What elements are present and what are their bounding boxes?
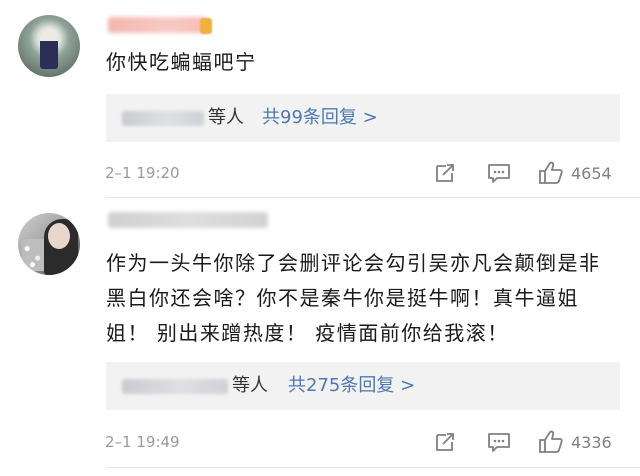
comment-text: 作为一头牛你除了会删评论会勾引吴亦凡会颠倒是非黑白你还会啥？你不是秦牛你是挺牛啊… bbox=[106, 251, 601, 345]
view-replies-link[interactable]: 共275条回复 > bbox=[288, 374, 415, 398]
user-avatar[interactable] bbox=[18, 15, 80, 77]
reply-summary-box[interactable]: 等人 共99条回复 > bbox=[106, 94, 620, 142]
thumbs-up-icon[interactable] bbox=[538, 160, 564, 185]
reply-suffix: 等人 bbox=[208, 107, 244, 128]
avatar-figure bbox=[40, 29, 58, 69]
blurred-reply-usernames bbox=[122, 379, 228, 394]
comment-timestamp: 2–1 19:49 bbox=[105, 433, 180, 451]
thumbs-up-icon[interactable] bbox=[538, 429, 564, 454]
divider bbox=[106, 197, 640, 198]
view-replies-link[interactable]: 共99条回复 > bbox=[262, 106, 378, 130]
like-count: 4654 bbox=[571, 164, 612, 183]
comment-text: 你快吃蝙蝠吧宁 bbox=[106, 50, 257, 74]
reply-suffix: 等人 bbox=[232, 375, 268, 396]
reply-summary-box[interactable]: 等人 共275条回复 > bbox=[106, 362, 620, 410]
like-count: 4336 bbox=[571, 433, 612, 452]
avatar-face bbox=[48, 223, 70, 249]
blurred-username[interactable] bbox=[108, 212, 268, 228]
comment-icon[interactable] bbox=[487, 162, 511, 184]
comment-timestamp: 2–1 19:20 bbox=[105, 164, 180, 182]
blurred-reply-usernames bbox=[122, 111, 204, 126]
comment-icon[interactable] bbox=[487, 431, 511, 453]
divider bbox=[106, 467, 640, 468]
repost-icon[interactable] bbox=[434, 162, 456, 184]
user-avatar[interactable] bbox=[18, 213, 80, 275]
repost-icon[interactable] bbox=[434, 431, 456, 453]
vip-badge-icon bbox=[200, 18, 212, 34]
blurred-username[interactable] bbox=[108, 17, 208, 33]
